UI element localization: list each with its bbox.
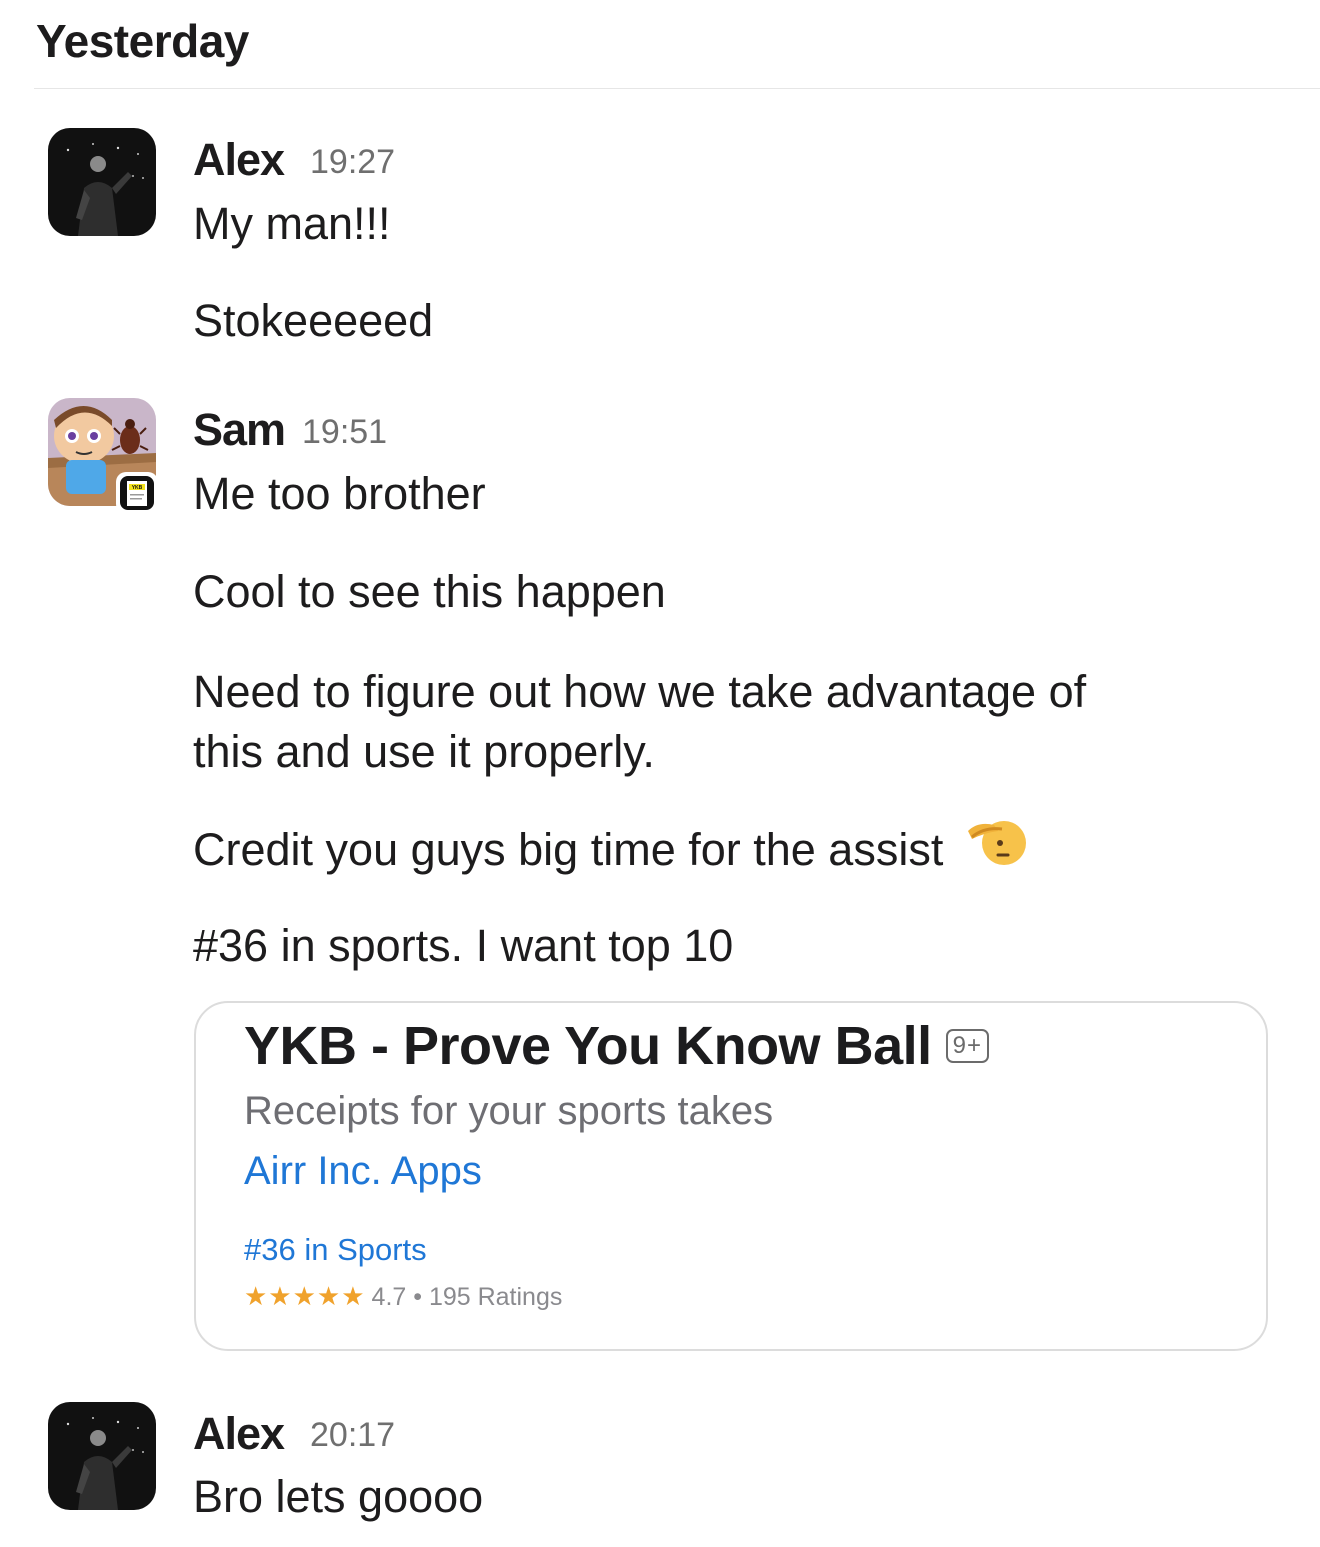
message-text: #36 in sports. I want top 10 [193, 920, 734, 971]
message-text: My man!!! [193, 198, 391, 249]
saluting-face-icon [964, 813, 1030, 884]
app-title[interactable]: YKB - Prove You Know Ball [244, 1016, 932, 1076]
header-divider [34, 88, 1320, 89]
age-rating-badge: 9+ [945, 1028, 989, 1063]
timestamp[interactable]: 19:51 [302, 413, 387, 452]
category-rank[interactable]: #36 in Sports [244, 1232, 427, 1268]
author-name[interactable]: Alex [193, 134, 285, 186]
message-text: Me too brother [193, 468, 486, 519]
app-subtitle: Receipts for your sports takes [244, 1089, 774, 1133]
rating-row: ★★★★★ 4.7 • 195 Ratings [244, 1281, 562, 1312]
message-text: Bro lets goooo [193, 1471, 484, 1522]
message-text: Stokeeeeed [193, 295, 434, 346]
message-text: Credit you guys big time for the assist [193, 824, 944, 875]
message-text: Cool to see this happen [193, 566, 666, 617]
developer-link[interactable]: Airr Inc. Apps [244, 1149, 482, 1194]
card-title[interactable]: YKB - Prove You Know Ball 9+ [244, 1015, 989, 1077]
app-store-link-card[interactable]: YKB - Prove You Know Ball 9+ Receipts for… [194, 1001, 1268, 1351]
app-badge: YKB [116, 472, 158, 514]
message-text-with-emoji: Credit you guys big time for the assist [193, 820, 1030, 884]
rating-text: 4.7 • 195 Ratings [371, 1283, 563, 1311]
message-text: Need to figure out how we take advantage… [193, 666, 1087, 717]
star-rating-icon: ★★★★★ [244, 1281, 366, 1311]
avatar-alex[interactable] [48, 1402, 156, 1510]
author-name[interactable]: Sam [193, 404, 286, 456]
timestamp[interactable]: 19:27 [310, 143, 395, 182]
badge-label: YKB [132, 485, 143, 491]
author-name[interactable]: Alex [193, 1408, 285, 1460]
avatar-alex[interactable] [48, 128, 156, 236]
message-text: this and use it properly. [193, 726, 655, 777]
timestamp[interactable]: 20:17 [310, 1416, 395, 1455]
date-header: Yesterday [36, 15, 249, 67]
